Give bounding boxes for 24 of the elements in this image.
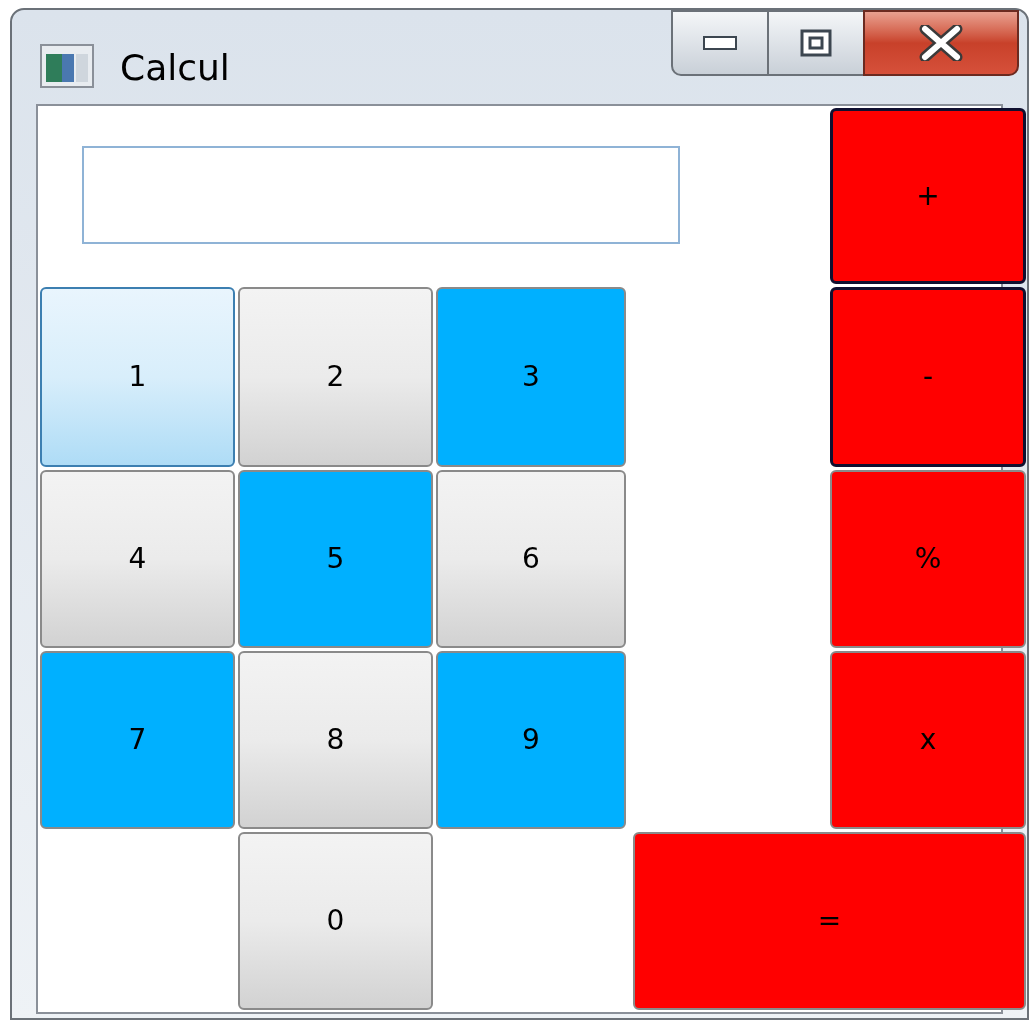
calculator-key[interactable]: 9 [436, 651, 626, 829]
maximize-icon [800, 29, 832, 57]
calculator-key[interactable]: = [633, 832, 1026, 1010]
display-field[interactable] [82, 146, 680, 244]
maximize-button[interactable] [769, 10, 863, 76]
minimize-button[interactable] [671, 10, 769, 76]
calculator-key[interactable]: 3 [436, 287, 626, 467]
close-button[interactable] [863, 10, 1019, 76]
window-title: Calcul [120, 46, 230, 90]
calculator-key[interactable]: % [830, 470, 1026, 648]
close-icon [919, 25, 963, 61]
calculator-key[interactable]: 5 [238, 470, 433, 648]
calculator-key[interactable]: 7 [40, 651, 235, 829]
calculator-key[interactable]: 4 [40, 470, 235, 648]
app-icon [40, 44, 94, 88]
calculator-key[interactable]: 6 [436, 470, 626, 648]
calculator-key[interactable]: x [830, 651, 1026, 829]
calculator-key[interactable]: 1 [40, 287, 235, 467]
calculator-key[interactable]: - [830, 287, 1026, 467]
calculator-key[interactable]: 8 [238, 651, 433, 829]
calculator-key[interactable]: 0 [238, 832, 433, 1010]
minimize-icon [703, 36, 737, 50]
calculator-key[interactable]: + [830, 108, 1026, 284]
calculator-key[interactable]: 2 [238, 287, 433, 467]
